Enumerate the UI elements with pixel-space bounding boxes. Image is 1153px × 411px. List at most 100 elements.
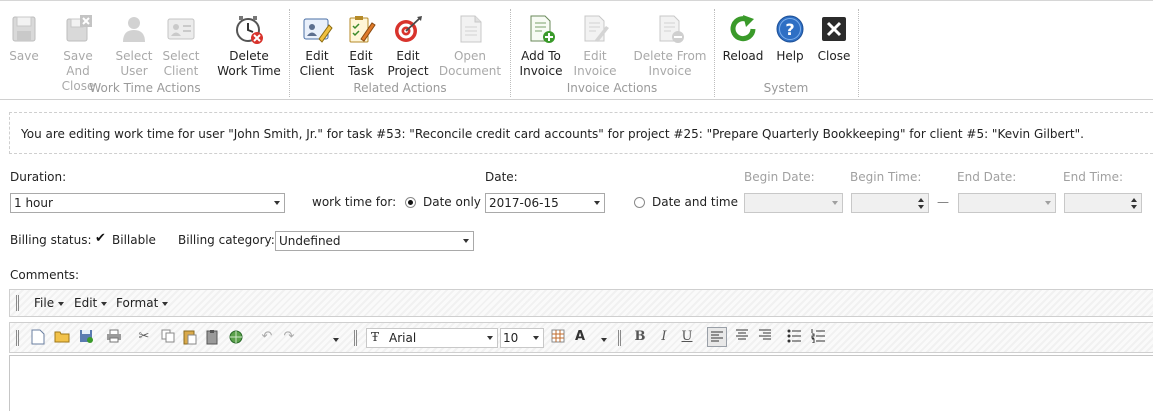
help-label: Help (776, 49, 804, 63)
date-picker[interactable]: 2017-06-15 (485, 193, 605, 213)
end-date-picker[interactable] (958, 193, 1056, 213)
billing-category-value: Undefined (279, 234, 341, 248)
edit-invoice-button[interactable]: Edit Invoice (572, 9, 618, 79)
paste-web-icon[interactable] (228, 329, 244, 345)
delete-from-invoice-button[interactable]: Delete From Invoice (630, 9, 710, 79)
svg-text:?: ? (785, 20, 794, 39)
select-user-label-1: Select (115, 49, 153, 63)
font-size-select[interactable]: 10 (500, 328, 544, 348)
bullet-list-icon[interactable] (786, 329, 802, 345)
align-right-icon[interactable] (757, 329, 773, 345)
edit-client-button[interactable]: Edit Client (296, 9, 338, 79)
save-button[interactable]: Save (6, 9, 42, 64)
font-color-dropdown-icon[interactable] (596, 331, 612, 347)
align-left-icon[interactable] (707, 327, 727, 347)
menu-file-label: File (34, 296, 55, 310)
toolbar-overflow-icon[interactable] (328, 331, 344, 347)
select-user-button[interactable]: Select User (112, 9, 156, 79)
edit-project-label-2: Project (387, 64, 429, 78)
group-separator (510, 9, 511, 97)
group-separator (714, 9, 715, 97)
reload-button[interactable]: Reload (721, 9, 765, 64)
align-center-icon[interactable] (734, 329, 750, 345)
redo-icon[interactable]: ↷ (281, 329, 297, 345)
open-folder-icon[interactable] (54, 329, 70, 345)
billing-status-label: Billing status: (10, 233, 92, 247)
end-time-spinner[interactable] (1064, 193, 1142, 213)
invoice-edit-icon (584, 15, 609, 42)
new-document-icon[interactable] (30, 329, 46, 345)
close-button[interactable]: Close (815, 9, 853, 64)
select-client-label-2: Client (163, 64, 199, 78)
edit-project-label-1: Edit (396, 49, 420, 63)
date-only-radio[interactable] (405, 197, 416, 208)
save-label: Save (9, 49, 39, 63)
chevron-down-icon (58, 301, 65, 306)
editing-info-text: You are editing work time for user "John… (21, 127, 1084, 141)
add-to-invoice-label-1: Add To (521, 49, 561, 63)
copy-icon[interactable] (160, 329, 176, 345)
open-document-label-2: Document (438, 64, 502, 78)
edit-task-button[interactable]: Edit Task (342, 9, 380, 79)
spin-down-icon (1131, 205, 1137, 209)
menu-file[interactable]: File (34, 296, 65, 310)
italic-icon[interactable]: I (656, 329, 672, 345)
date-and-time-radio[interactable] (634, 197, 645, 208)
undo-icon[interactable]: ↶ (259, 329, 275, 345)
menu-format[interactable]: Format (116, 296, 169, 310)
help-button[interactable]: ? Help (772, 9, 808, 64)
checkmark-icon: ✔ (95, 231, 106, 246)
save-icon[interactable] (78, 329, 94, 345)
paste-plain-icon[interactable] (205, 329, 221, 345)
delete-work-time-label-2: Work Time (217, 64, 281, 78)
end-date-label: End Date: (957, 170, 1017, 184)
user-icon (123, 17, 145, 42)
paste-icon[interactable] (182, 329, 198, 345)
menu-edit[interactable]: Edit (74, 296, 108, 310)
bold-icon[interactable]: B (632, 329, 648, 345)
underline-icon[interactable]: U (679, 329, 695, 345)
duration-value: 1 hour (14, 196, 53, 210)
edit-project-button[interactable]: Edit Project (384, 9, 432, 79)
toolbar-grip[interactable] (618, 330, 621, 346)
reload-icon (730, 15, 756, 42)
begin-time-spinner[interactable] (851, 193, 929, 213)
numbered-list-icon[interactable] (810, 329, 826, 345)
group-label-system: System (763, 81, 809, 95)
billable-checkbox[interactable]: ✔ (95, 231, 107, 246)
select-client-button[interactable]: Select Client (158, 9, 204, 79)
delete-from-invoice-label-2: Invoice (648, 64, 692, 78)
edit-task-label-2: Task (348, 64, 374, 78)
date-label: Date: (485, 170, 518, 184)
delete-work-time-button[interactable]: Delete Work Time (214, 9, 284, 79)
cut-icon[interactable]: ✂ (136, 329, 152, 345)
menu-edit-label: Edit (74, 296, 98, 310)
toolbar-grip[interactable] (354, 330, 357, 346)
add-to-invoice-label-2: Invoice (519, 64, 563, 78)
font-family-select[interactable]: Ŧ Arial (366, 328, 498, 348)
font-color-icon[interactable]: A (572, 329, 588, 345)
open-document-button[interactable]: Open Document (438, 9, 502, 79)
table-icon[interactable] (550, 329, 566, 345)
billing-category-select[interactable]: Undefined (275, 231, 474, 251)
print-icon[interactable] (106, 329, 122, 345)
add-to-invoice-button[interactable]: Add To Invoice (517, 9, 565, 79)
comments-editor[interactable] (9, 355, 1153, 411)
menu-format-label: Format (116, 296, 159, 310)
edit-invoice-label-1: Edit (583, 49, 607, 63)
ribbon-toolbar: Save Save And Close Select User Select C… (0, 0, 1153, 100)
floppy-disk-close-icon (66, 15, 92, 42)
select-client-label-1: Select (162, 49, 200, 63)
editing-info-bar: You are editing work time for user "John… (9, 112, 1153, 154)
toolbar-grip[interactable] (16, 330, 19, 346)
toolbar-grip[interactable] (16, 295, 19, 311)
begin-date-picker[interactable] (744, 193, 843, 213)
date-only-label: Date only (423, 195, 481, 209)
task-edit-icon (349, 16, 376, 43)
duration-select[interactable]: 1 hour (10, 193, 285, 213)
work-time-for-label: work time for: (312, 195, 397, 209)
close-icon (822, 17, 846, 41)
group-separator (858, 9, 859, 97)
edit-client-label-2: Client (299, 64, 335, 78)
chevron-down-icon (274, 201, 280, 205)
